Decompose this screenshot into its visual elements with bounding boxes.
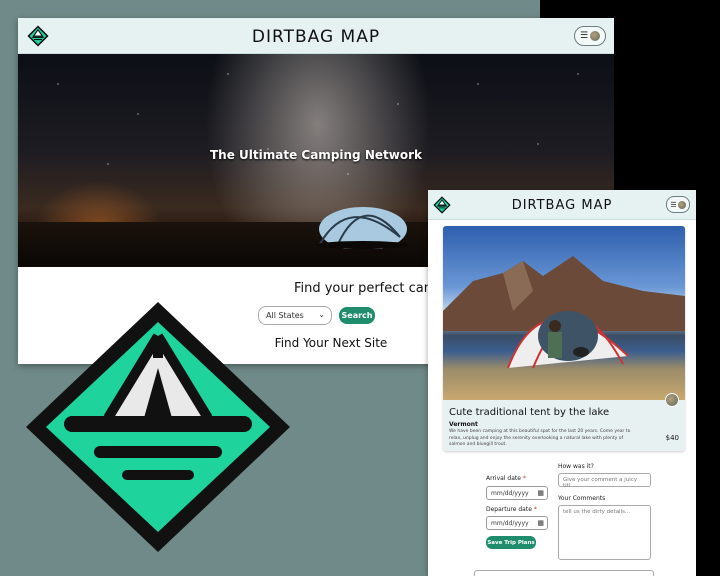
site-title: DIRTBAG MAP [251, 27, 381, 47]
calendar-icon[interactable]: ▦ [537, 519, 544, 527]
host-avatar[interactable] [665, 393, 679, 407]
site-title: DIRTBAG MAP [511, 198, 613, 213]
arrival-date-label: Arrival date * [486, 475, 526, 482]
next-card-edge [474, 570, 654, 576]
departure-date-label: Departure date * [486, 506, 537, 513]
save-trip-plans-button[interactable]: Save Trip Plans [486, 536, 536, 549]
avatar [677, 200, 686, 209]
listing-card[interactable]: Cute traditional tent by the lake Vermon… [443, 226, 685, 451]
departure-date-input[interactable]: mm/dd/yyyy ▦ [486, 516, 548, 530]
avatar [590, 31, 601, 41]
comment-title-input[interactable]: Give your comment a juicy titl [558, 473, 651, 489]
chevron-down-icon: ⌄ [318, 310, 325, 319]
dirtbag-map-logo-icon [26, 302, 290, 552]
listing-state: Vermont [449, 421, 478, 428]
desktop-navbar: DIRTBAG MAP ☰ [18, 18, 614, 54]
hero-tagline: The Ultimate Camping Network [210, 148, 422, 162]
user-menu-button[interactable]: ☰ [574, 26, 606, 46]
how-was-it-label: How was it? [558, 463, 594, 470]
comments-label: Your Comments [558, 495, 606, 502]
tent-illustration [317, 207, 408, 249]
user-menu-button[interactable]: ☰ [666, 196, 690, 213]
listing-title: Cute traditional tent by the lake [449, 407, 610, 418]
comments-textarea[interactable]: tell us the dirty details... [558, 505, 651, 560]
arrival-date-input[interactable]: mm/dd/yyyy ▦ [486, 486, 548, 500]
listing-photo [443, 226, 685, 400]
hamburger-icon: ☰ [670, 200, 677, 209]
listing-description: We have been camping at this beautiful s… [449, 429, 631, 447]
listing-price: $40 [665, 434, 679, 442]
search-button[interactable]: Search [339, 307, 375, 324]
mobile-navbar: DIRTBAG MAP ☰ [428, 190, 696, 220]
calendar-icon[interactable]: ▦ [537, 489, 544, 497]
hamburger-icon: ☰ [579, 30, 589, 41]
mobile-window: DIRTBAG MAP ☰ Cute traditional tent by t… [428, 190, 696, 576]
tent-illustration [507, 311, 629, 369]
